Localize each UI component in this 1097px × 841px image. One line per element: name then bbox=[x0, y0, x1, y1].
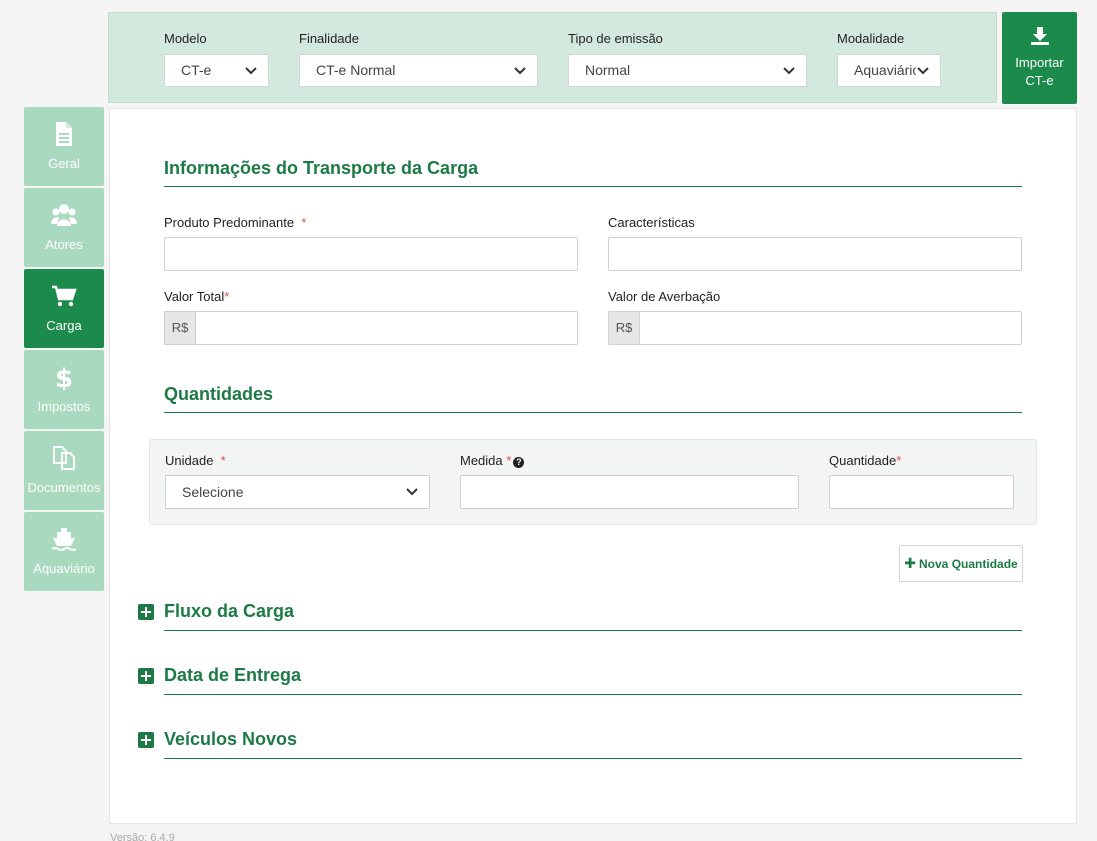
caracteristicas-label: Características bbox=[608, 215, 695, 230]
caracteristicas-input[interactable] bbox=[608, 237, 1022, 271]
sidebar-item-label: Atores bbox=[45, 237, 83, 252]
tipo-emissao-field: Tipo de emissão Normal bbox=[568, 31, 807, 87]
sidebar-item-label: Carga bbox=[46, 318, 82, 333]
valor-averbacao-label: Valor de Averbação bbox=[608, 289, 721, 304]
finalidade-value: CT-e Normal bbox=[316, 62, 396, 78]
sidebar-item-label: Geral bbox=[48, 156, 80, 171]
sidebar-item-label: Impostos bbox=[37, 399, 91, 414]
quantidades-section-title: Quantidades bbox=[164, 384, 274, 404]
transporte-section-title: Informações do Transporte da Carga bbox=[164, 158, 479, 178]
copy-icon bbox=[53, 446, 75, 470]
produto-input[interactable] bbox=[164, 237, 578, 271]
unidade-label: Unidade * bbox=[165, 453, 226, 468]
version-text: Versão: 6.4.9 bbox=[110, 832, 175, 841]
data-entrega-section-title[interactable]: Data de Entrega bbox=[164, 665, 301, 686]
required-mark: * bbox=[220, 453, 226, 468]
sidebar-item-label: Documentos bbox=[27, 480, 101, 495]
unidade-label-text: Unidade bbox=[165, 453, 214, 468]
modelo-label: Modelo bbox=[164, 31, 207, 46]
import-label-1: Importar bbox=[1015, 55, 1064, 70]
veiculos-section-title[interactable]: Veículos Novos bbox=[164, 729, 297, 750]
produto-label: Produto Predominante * bbox=[164, 215, 306, 230]
sidebar-item-impostos[interactable]: $ Impostos bbox=[24, 350, 104, 429]
finalidade-label: Finalidade bbox=[299, 31, 359, 46]
section-divider bbox=[164, 630, 1022, 631]
produto-label-text: Produto Predominante bbox=[164, 215, 295, 230]
unidade-value: Selecione bbox=[182, 484, 244, 500]
medida-input[interactable] bbox=[460, 475, 799, 509]
document-icon bbox=[56, 122, 72, 146]
quantidade-label-text: Quantidade bbox=[829, 453, 897, 468]
section-divider bbox=[164, 186, 1022, 187]
nova-quantidade-button[interactable]: ✚ Nova Quantidade bbox=[899, 545, 1023, 582]
required-mark: * bbox=[224, 289, 230, 304]
expand-plus-icon[interactable] bbox=[138, 732, 154, 748]
tipo-emissao-label: Tipo de emissão bbox=[568, 31, 663, 46]
chevron-down-icon bbox=[514, 67, 526, 75]
medida-label-text: Medida bbox=[460, 453, 503, 468]
modalidade-select[interactable]: Aquaviário bbox=[837, 54, 941, 87]
modalidade-field: Modalidade Aquaviário bbox=[837, 31, 941, 87]
tipo-emissao-select[interactable]: Normal bbox=[568, 54, 807, 87]
finalidade-select[interactable]: CT-e Normal bbox=[299, 54, 538, 87]
cart-icon bbox=[52, 285, 77, 307]
valor-total-label: Valor Total* bbox=[164, 289, 229, 304]
tipo-emissao-value: Normal bbox=[585, 62, 631, 78]
chevron-down-icon bbox=[245, 67, 257, 75]
quantidade-label: Quantidade* bbox=[829, 453, 901, 468]
valor-total-input[interactable] bbox=[195, 311, 578, 345]
svg-text:$: $ bbox=[55, 364, 73, 390]
expand-plus-icon[interactable] bbox=[138, 604, 154, 620]
section-divider bbox=[164, 694, 1022, 695]
users-icon bbox=[51, 204, 77, 226]
expand-plus-icon[interactable] bbox=[138, 668, 154, 684]
sidebar-item-aquaviario[interactable]: Aquaviário bbox=[24, 512, 104, 591]
ship-icon bbox=[51, 528, 77, 551]
sidebar-item-carga[interactable]: Carga bbox=[24, 269, 104, 348]
download-icon bbox=[1030, 27, 1049, 45]
help-icon[interactable]: ? bbox=[513, 457, 525, 468]
unidade-select[interactable]: Selecione bbox=[165, 475, 430, 509]
page: Modelo CT-e Finalidade CT-e Normal Tipo … bbox=[0, 0, 1097, 841]
valor-averbacao-input[interactable] bbox=[639, 311, 1022, 345]
section-divider bbox=[164, 412, 1022, 413]
finalidade-field: Finalidade CT-e Normal bbox=[299, 31, 538, 87]
fluxo-section-title[interactable]: Fluxo da Carga bbox=[164, 601, 294, 622]
required-mark: * bbox=[506, 453, 512, 468]
sidebar-item-documentos[interactable]: Documentos bbox=[24, 431, 104, 510]
currency-addon: R$ bbox=[164, 311, 196, 345]
import-cte-button[interactable]: Importar CT-e bbox=[1002, 12, 1077, 104]
header-bar: Modelo CT-e Finalidade CT-e Normal Tipo … bbox=[108, 12, 997, 103]
chevron-down-icon bbox=[783, 67, 795, 75]
modelo-select[interactable]: CT-e bbox=[164, 54, 269, 87]
dollar-icon: $ bbox=[55, 364, 73, 390]
currency-addon: R$ bbox=[608, 311, 640, 345]
sidebar-item-atores[interactable]: Atores bbox=[24, 188, 104, 267]
chevron-down-icon bbox=[406, 488, 418, 496]
modelo-field: Modelo CT-e bbox=[164, 31, 269, 87]
quantidade-input[interactable] bbox=[829, 475, 1014, 509]
modelo-value: CT-e bbox=[181, 62, 212, 78]
valor-total-label-text: Valor Total bbox=[164, 289, 225, 304]
chevron-down-icon bbox=[916, 66, 930, 76]
medida-label: Medida *? bbox=[460, 453, 525, 468]
required-mark: * bbox=[896, 453, 902, 468]
nova-quantidade-label: Nova Quantidade bbox=[919, 557, 1018, 571]
plus-icon: ✚ bbox=[904, 555, 917, 571]
modalidade-value: Aquaviário bbox=[854, 62, 921, 78]
sidebar-item-label: Aquaviário bbox=[33, 561, 95, 576]
required-mark: * bbox=[301, 215, 307, 230]
modalidade-label: Modalidade bbox=[837, 31, 905, 46]
sidebar-item-geral[interactable]: Geral bbox=[24, 107, 104, 186]
section-divider bbox=[164, 758, 1022, 759]
import-label-2: CT-e bbox=[1025, 73, 1054, 88]
